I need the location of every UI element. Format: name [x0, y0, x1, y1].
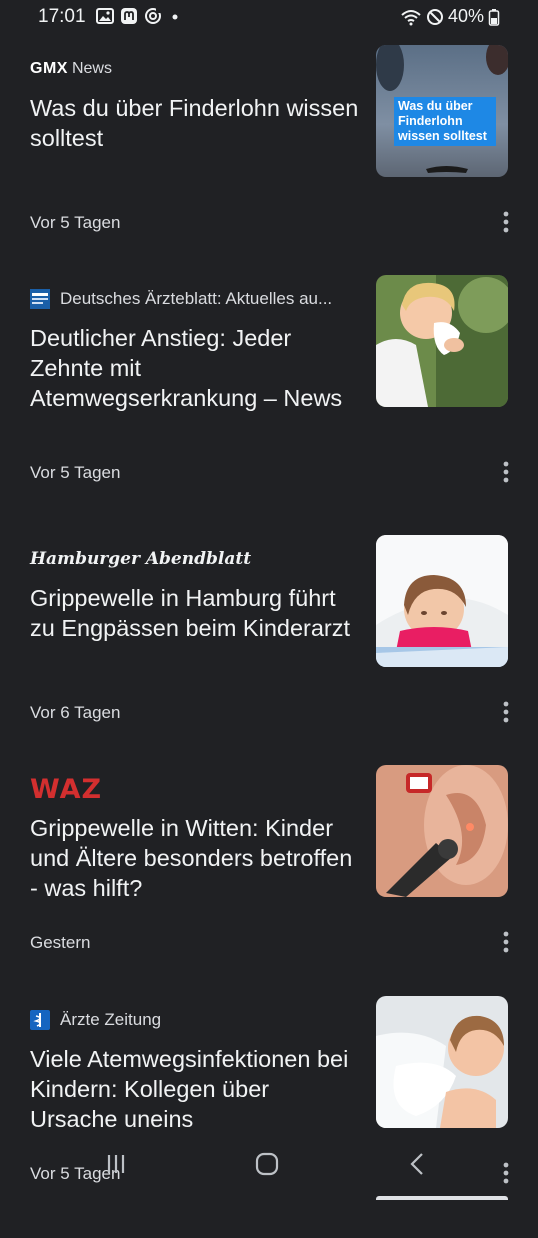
recent-apps-button[interactable]	[96, 1148, 136, 1180]
article-age: Vor 5 Tagen	[30, 213, 121, 232]
article-thumbnail[interactable]	[376, 765, 508, 897]
article-headline[interactable]: Was du über Finderlohn wissen solltest	[30, 93, 360, 153]
home-icon	[255, 1152, 279, 1176]
article-headline[interactable]: Deutlicher Anstieg: Jeder Zehnte mit Ate…	[30, 323, 360, 413]
more-vert-icon	[503, 931, 509, 953]
article-thumbnail[interactable]	[376, 535, 508, 667]
article-headline[interactable]: Grippewelle in Hamburg führt zu Engpässe…	[30, 583, 360, 643]
abendblatt-logo: Hamburger Abendblatt	[30, 549, 252, 569]
waz-logo: WAZ	[30, 773, 103, 805]
article-headline[interactable]: Viele Atemwegsinfektionen bei Kindern: K…	[30, 1044, 360, 1134]
article-source: Hamburger Abendblatt	[30, 547, 251, 571]
article-headline[interactable]: Grippewelle in Witten: Kinder und Ältere…	[30, 813, 360, 903]
article-source: Deutsches Ärzteblatt: Aktuelles au...	[30, 287, 332, 311]
thumbnail-caption: Was du über Finderlohn wissen solltest	[394, 97, 496, 146]
article-age: Gestern	[30, 933, 91, 952]
navigation-bar	[0, 1140, 538, 1188]
more-options-button[interactable]	[495, 457, 517, 487]
more-vert-icon	[503, 461, 509, 483]
recent-apps-icon	[107, 1155, 125, 1173]
status-time: 17:01	[38, 6, 86, 27]
more-vert-icon	[503, 701, 509, 723]
article-card[interactable]: WAZ Grippewelle in Witten: Kinder und Äl…	[0, 765, 538, 1007]
more-vert-icon	[503, 211, 509, 233]
more-options-button[interactable]	[495, 927, 517, 957]
next-article-thumbnail-edge	[376, 1196, 508, 1200]
gmx-logo: GMX	[30, 60, 68, 77]
back-button[interactable]	[398, 1148, 438, 1180]
article-age: Vor 5 Tagen	[30, 463, 121, 482]
wifi-icon	[400, 8, 422, 26]
article-card[interactable]: GMX News Was du über Finderlohn wissen s…	[0, 45, 538, 287]
system-icons: 40%	[400, 6, 500, 27]
article-age: Vor 6 Tagen	[30, 703, 121, 722]
article-source: Ärzte Zeitung	[30, 1008, 161, 1032]
battery-icon	[488, 8, 500, 26]
mastodon-icon	[120, 7, 138, 25]
article-thumbnail[interactable]: Was du über Finderlohn wissen solltest	[376, 45, 508, 177]
article-source: WAZ	[30, 774, 102, 805]
source-name: Ärzte Zeitung	[60, 1010, 162, 1029]
more-options-button[interactable]	[495, 207, 517, 237]
home-button[interactable]	[247, 1148, 287, 1180]
gallery-icon	[96, 7, 114, 25]
notification-icons	[96, 7, 182, 25]
do-not-disturb-icon	[426, 8, 444, 26]
aerzteblatt-icon	[30, 289, 50, 309]
dot-icon	[168, 7, 182, 25]
more-options-button[interactable]	[495, 697, 517, 727]
article-card[interactable]: Ärzte Zeitung Viele Atemwegsinfektionen …	[0, 996, 538, 1238]
article-source: GMX News	[30, 57, 112, 81]
source-name: News	[71, 60, 112, 77]
sync-icon	[144, 7, 162, 25]
battery-percent: 40%	[447, 6, 484, 26]
article-thumbnail[interactable]	[376, 996, 508, 1128]
source-name: Deutsches Ärzteblatt: Aktuelles au...	[60, 289, 333, 308]
article-card[interactable]: Deutsches Ärzteblatt: Aktuelles au... De…	[0, 275, 538, 517]
article-card[interactable]: Hamburger Abendblatt Grippewelle in Hamb…	[0, 535, 538, 777]
back-icon	[410, 1153, 423, 1175]
status-bar: 17:01 40%	[0, 0, 538, 34]
article-thumbnail[interactable]	[376, 275, 508, 407]
aerzte-zeitung-icon	[30, 1010, 50, 1030]
